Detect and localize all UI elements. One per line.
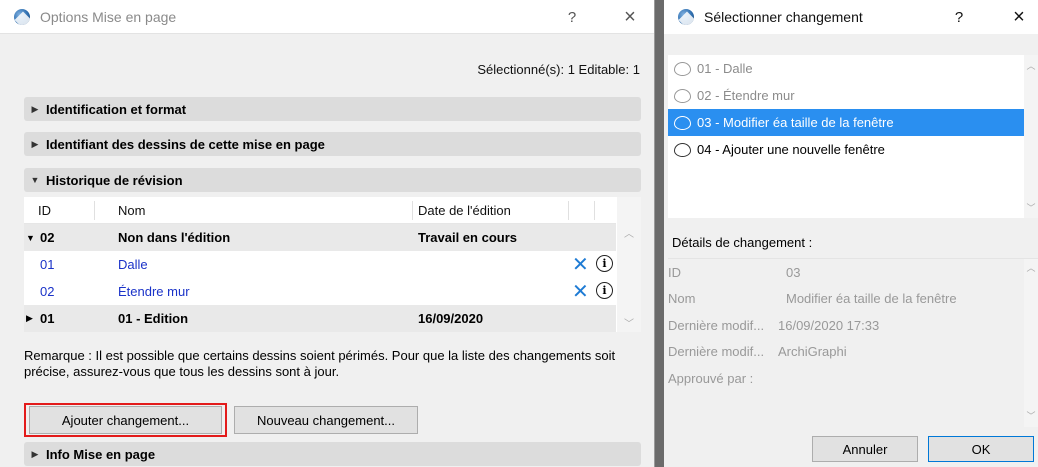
scroll-down-icon[interactable]: ﹀ [1024,409,1038,422]
title-bar: Options Mise en page ? × [0,0,654,34]
scroll-up-icon[interactable]: ︿ [1024,59,1038,72]
details-heading: Détails de changement : [672,235,813,250]
scroll-up-icon[interactable]: ︿ [1024,261,1038,274]
detail-row: Nom Modifier éa taille de la fenêtre [668,291,1024,311]
ok-button[interactable]: OK [928,436,1034,462]
list-item-label: 03 - Modifier éa taille de la fenêtre [697,115,894,130]
section-label: Historique de révision [46,172,183,188]
detail-row: ID 03 [668,265,1024,285]
table-header: ID Nom Date de l'édition [24,197,616,224]
layout-options-dialog: Options Mise en page ? × Sélectionné(s):… [0,0,655,467]
archicad-app-icon [14,8,30,25]
list-item[interactable]: 02 - Étendre mur [668,82,1024,109]
column-header-id[interactable]: ID [38,203,51,218]
section-revision-history[interactable]: ▼ Historique de révision [24,168,641,192]
revision-table: ID Nom Date de l'édition ▼ 02 Non dans l… [24,197,641,332]
cloud-icon [674,115,691,130]
cancel-button[interactable]: Annuler [812,436,918,462]
remove-icon[interactable]: ✕ [572,252,589,277]
column-header-name[interactable]: Nom [118,203,145,218]
row-id: 01 [40,311,55,326]
cloud-icon [674,88,691,103]
list-scrollbar[interactable]: ︿ ﹀ [1024,55,1038,218]
selection-status: Sélectionné(s): 1 Editable: 1 [477,62,640,77]
detail-value: 03 [786,265,801,280]
list-item-label: 01 - Dalle [697,61,753,76]
dialog-title: Sélectionner changement [704,9,863,25]
cloud-icon [674,61,691,76]
row-name: Non dans l'édition [118,230,231,245]
list-item[interactable]: 01 - Dalle [668,55,1024,82]
help-button[interactable]: ? [552,0,592,34]
section-drawing-identifiers[interactable]: ▶ Identifiant des dessins de cette mise … [24,132,641,156]
cloud-icon [674,142,691,157]
caret-right-icon: ▶ [31,138,39,149]
column-header-date[interactable]: Date de l'édition [418,203,511,218]
list-item-selected[interactable]: 03 - Modifier éa taille de la fenêtre [668,109,1024,136]
row-name: 01 - Edition [118,311,189,326]
detail-value: Modifier éa taille de la fenêtre [786,291,957,306]
close-button[interactable]: × [610,0,650,34]
detail-row: Dernière modif... ArchiGraphi [668,344,1024,364]
row-id: 02 [40,230,55,245]
detail-key: ID [668,265,681,280]
caret-down-icon: ▼ [30,175,40,185]
archicad-app-icon [678,9,694,25]
details-panel: ID 03 Nom Modifier éa taille de la fenêt… [668,258,1038,427]
select-change-dialog: Sélectionner changement ? × 01 - Dalle 0… [664,0,1038,467]
row-date: Travail en cours [418,230,517,245]
scroll-down-icon[interactable]: ﹀ [1024,201,1038,214]
details-scrollbar[interactable]: ︿ ﹀ [1024,259,1038,427]
remove-icon[interactable]: ✕ [572,279,589,304]
caret-down-icon[interactable]: ▼ [26,233,35,243]
list-item-label: 04 - Ajouter une nouvelle fenêtre [697,142,885,157]
change-list: 01 - Dalle 02 - Étendre mur 03 - Modifie… [668,55,1038,218]
row-name: Dalle [118,257,148,272]
list-item[interactable]: 04 - Ajouter une nouvelle fenêtre [668,136,1024,163]
detail-value: 16/09/2020 17:33 [778,318,880,333]
remark-text: Remarque : Il est possible que certains … [24,348,616,379]
help-button[interactable]: ? [939,0,979,34]
detail-row: Dernière modif... 16/09/2020 17:33 [668,318,1024,338]
scroll-down-icon[interactable]: ﹀ [617,315,641,330]
table-scrollbar[interactable]: ︿ ﹀ [617,197,641,332]
table-row[interactable]: ▼ 02 Non dans l'édition Travail en cours [24,224,616,251]
close-button[interactable]: × [999,0,1038,34]
section-label: Identification et format [46,101,187,117]
row-id: 02 [40,284,55,299]
section-layout-info[interactable]: ▶ Info Mise en page [24,442,641,466]
info-icon[interactable]: i [596,282,613,299]
info-icon[interactable]: i [596,255,613,272]
section-label: Info Mise en page [46,446,156,462]
section-label: Identifiant des dessins de cette mise en… [46,136,325,152]
detail-key: Dernière modif... [668,318,765,333]
detail-key: Nom [668,291,696,306]
add-change-button[interactable]: Ajouter changement... [29,406,222,434]
row-date: 16/09/2020 [418,311,484,326]
scroll-up-icon[interactable]: ︿ [617,225,641,240]
caret-right-icon: ▶ [31,448,39,459]
list-item-label: 02 - Étendre mur [697,88,795,103]
table-row[interactable]: 01 Dalle ✕ i [24,251,616,278]
row-name: Étendre mur [118,284,190,299]
dialog-title: Options Mise en page [40,8,177,25]
detail-row: Approuvé par : [668,371,1024,391]
caret-right-icon: ▶ [31,103,39,114]
detail-value: ArchiGraphi [778,344,847,359]
detail-key: Approuvé par : [668,371,754,386]
title-bar: Sélectionner changement ? × [664,0,1038,34]
row-id: 01 [40,257,55,272]
table-row[interactable]: ▶ 01 01 - Edition 16/09/2020 [24,305,616,332]
section-identification-format[interactable]: ▶ Identification et format [24,97,641,121]
table-row[interactable]: 02 Étendre mur ✕ i [24,278,616,305]
new-change-button[interactable]: Nouveau changement... [234,406,418,434]
caret-right-icon[interactable]: ▶ [26,313,33,324]
detail-key: Dernière modif... [668,344,765,359]
